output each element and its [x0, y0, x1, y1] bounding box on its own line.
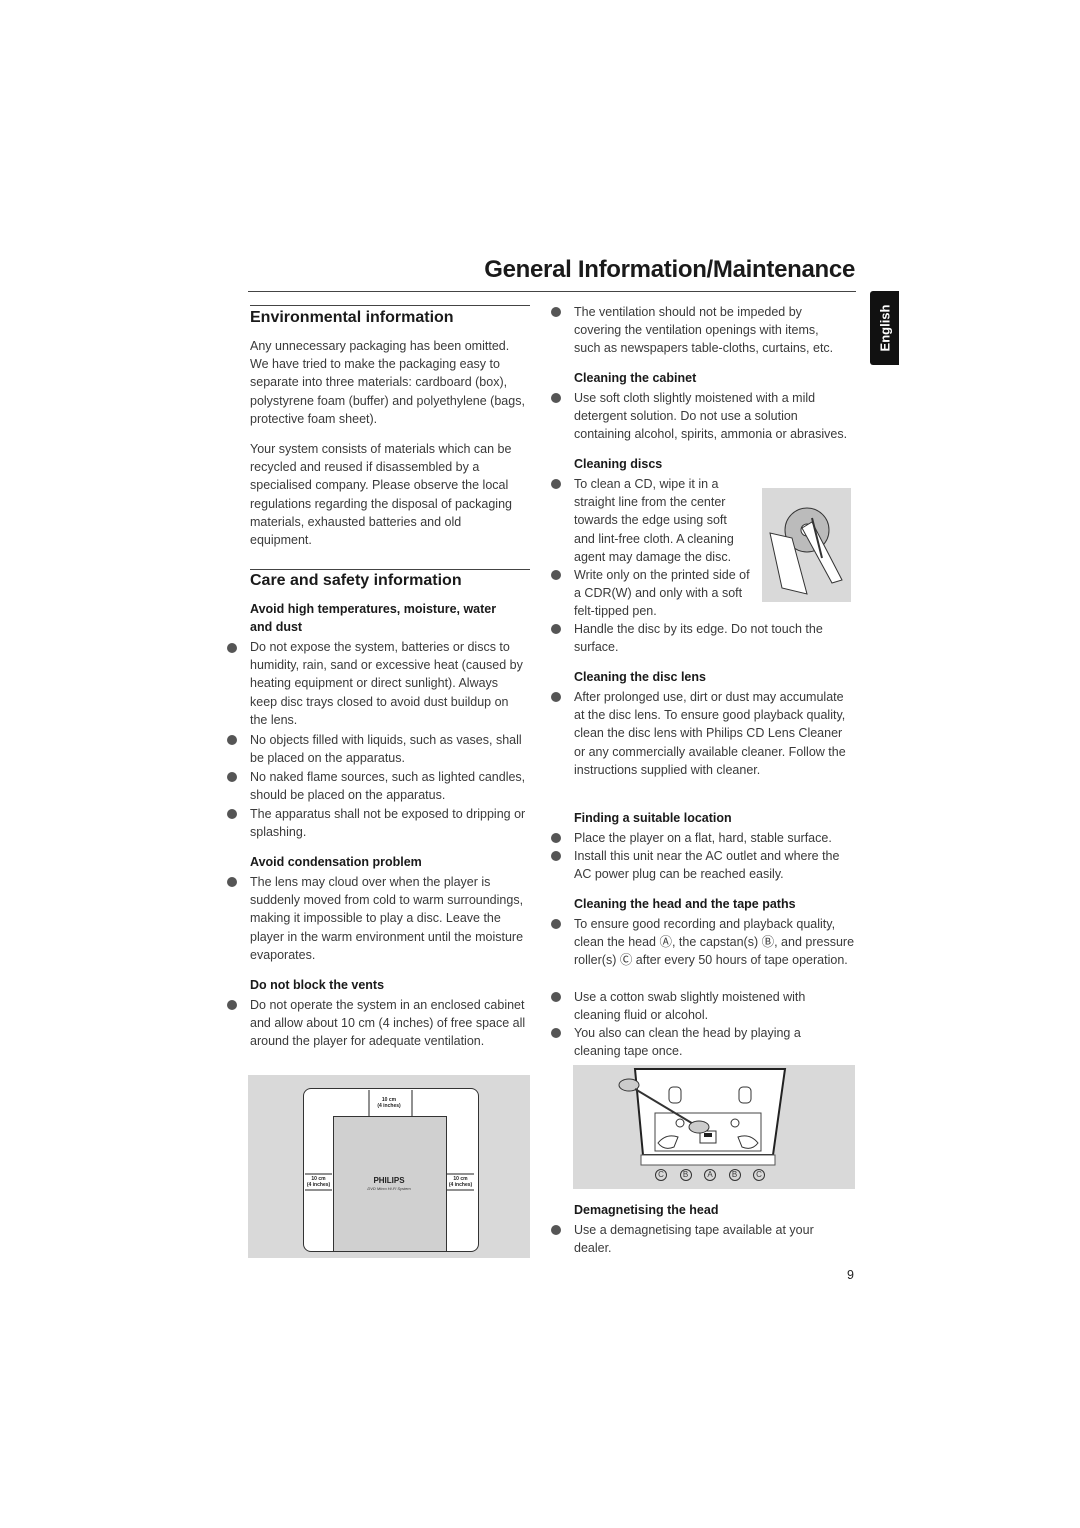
- bullet-icon: [227, 877, 237, 887]
- subheading: Finding a suitable location: [574, 811, 732, 825]
- section-heading: Environmental information: [250, 309, 454, 326]
- bullet-icon: [551, 624, 561, 634]
- bullet-icon: [551, 992, 561, 1002]
- subheading: Cleaning the head and the tape paths: [574, 897, 796, 911]
- part-labels: C B A B C: [655, 1169, 765, 1181]
- disc-cleaning-illustration: [762, 488, 851, 602]
- bullet-text: Use soft cloth slightly moistened with a…: [574, 391, 848, 442]
- bullet-icon: [551, 393, 561, 403]
- bullet-text: You also can clean the head by playing a…: [574, 1026, 801, 1059]
- subheading: Cleaning the disc lens: [574, 670, 706, 684]
- part-label: B: [728, 1169, 741, 1181]
- part-label: C: [655, 1169, 667, 1181]
- model-label: DVD Micro Hi-Fi System: [367, 1186, 411, 1191]
- disc-wipe-icon: [769, 507, 843, 595]
- page-title: General Information/Maintenance: [484, 256, 855, 283]
- subheading: Do not block the vents: [250, 978, 385, 992]
- subheading: Avoid condensation problem: [250, 855, 422, 869]
- section-rule: [250, 569, 530, 570]
- bullet-text: Install this unit near the AC outlet and…: [574, 849, 840, 882]
- bullet-icon: [551, 570, 561, 580]
- subheading: Cleaning discs: [574, 457, 663, 471]
- paragraph: Your system consists of materials which …: [250, 442, 512, 548]
- tape-head-illustration: C B A B C: [573, 1065, 855, 1189]
- part-label: B: [679, 1169, 692, 1181]
- bullet-text: The ventilation should not be impeded by…: [574, 305, 834, 356]
- language-tab-label: English: [877, 304, 892, 352]
- subheading: Cleaning the cabinet: [574, 371, 697, 385]
- bullet-icon: [227, 735, 237, 745]
- subheading: Demagnetising the head: [574, 1203, 719, 1217]
- part-label: A: [704, 1169, 716, 1181]
- bullet-icon: [551, 479, 561, 489]
- paragraph: Any unnecessary packaging has been omitt…: [250, 339, 525, 426]
- bullet-icon: [551, 919, 561, 929]
- bullet-text: After prolonged use, dirt or dust may ac…: [574, 690, 846, 777]
- bullet-text: Use a cotton swab slightly moistened wit…: [574, 990, 806, 1023]
- page-number: 9: [847, 1268, 854, 1282]
- bullet-icon: [551, 307, 561, 317]
- clearance-arrows: [305, 1090, 474, 1191]
- bullet-text: The lens may cloud over when the player …: [250, 875, 524, 962]
- subheading: Avoid high temperatures, moisture, water…: [250, 602, 497, 635]
- manual-page: General Information/Maintenance English …: [0, 0, 1080, 1528]
- title-rule: [248, 291, 856, 292]
- language-tab: English: [870, 291, 899, 365]
- clearance-diagram: 10 cm (4 inches) 10 cm (4 inches) 10 cm …: [248, 1075, 530, 1258]
- bullet-text: The apparatus shall not be exposed to dr…: [250, 807, 526, 840]
- bullet-text: No objects filled with liquids, such as …: [250, 733, 522, 766]
- bullet-text: No naked flame sources, such as lighted …: [250, 770, 526, 803]
- bullet-icon: [227, 772, 237, 782]
- bullet-icon: [551, 851, 561, 861]
- bullet-text: Use a demagnetising tape available at yo…: [574, 1223, 814, 1256]
- section-rule: [250, 305, 530, 306]
- bullet-text: Handle the disc by its edge. Do not touc…: [574, 622, 823, 655]
- bullet-icon: [551, 833, 561, 843]
- bullet-icon: [551, 1225, 561, 1235]
- bullet-icon: [227, 1000, 237, 1010]
- part-label: C: [753, 1169, 765, 1181]
- bullet-text: Do not operate the system in an enclosed…: [250, 998, 526, 1049]
- philips-logo: PHILIPS: [373, 1176, 405, 1185]
- bullet-text: To clean a CD, wipe it in a straight lin…: [574, 477, 734, 564]
- bullet-icon: [551, 692, 561, 702]
- section-heading: Care and safety information: [250, 572, 462, 589]
- bullet-icon: [227, 809, 237, 819]
- bullet-text: Place the player on a flat, hard, stable…: [574, 831, 832, 845]
- bullet-icon: [551, 1028, 561, 1038]
- bullet-text: Do not expose the system, batteries or d…: [250, 640, 523, 727]
- bullet-text: Write only on the printed side of a CDR(…: [574, 568, 750, 619]
- bullet-text: To ensure good recording and playback qu…: [574, 917, 855, 968]
- bullet-icon: [227, 643, 237, 653]
